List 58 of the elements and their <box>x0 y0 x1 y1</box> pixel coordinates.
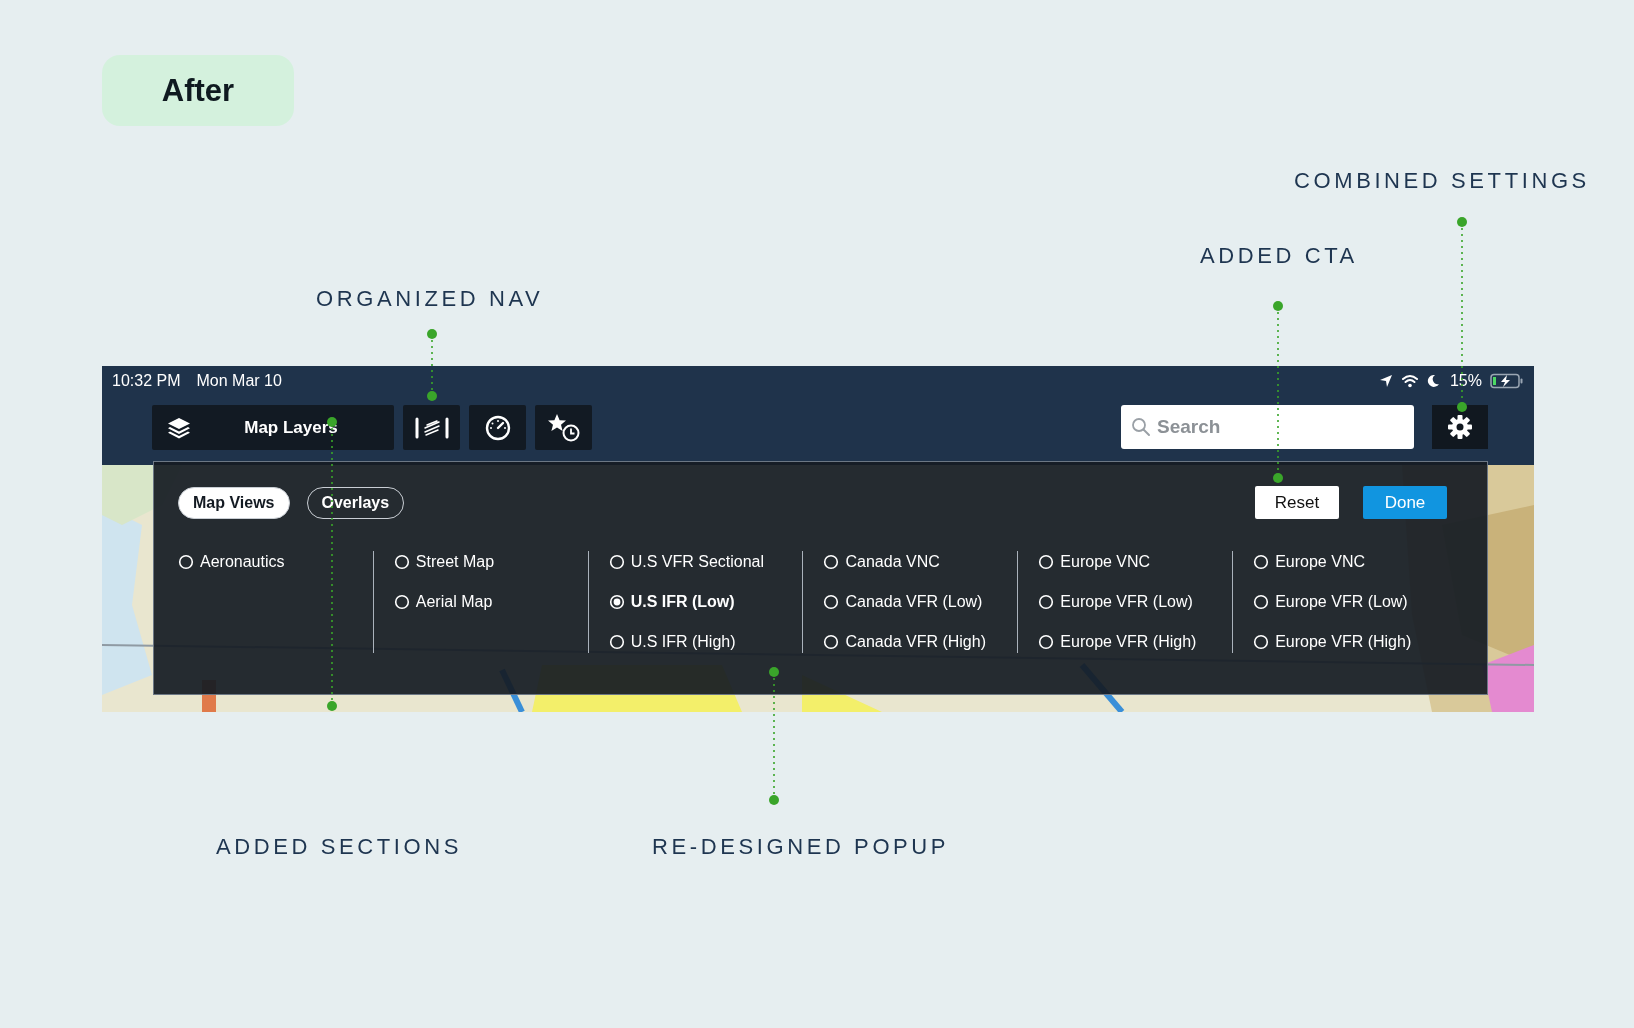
map-option[interactable]: U.S VFR Sectional <box>608 551 803 573</box>
map-option[interactable]: U.S IFR (High) <box>608 631 803 653</box>
radio-button[interactable] <box>1253 594 1270 610</box>
radio-button[interactable] <box>1038 634 1055 650</box>
map-layers-button[interactable]: Map Layers <box>152 405 394 450</box>
map-option[interactable]: Canada VNC <box>823 551 1018 573</box>
favorites-recent-button[interactable] <box>535 405 592 450</box>
radio-button[interactable] <box>1038 554 1055 570</box>
reset-button[interactable]: Reset <box>1255 486 1339 519</box>
settings-icon <box>1447 414 1473 440</box>
wind-bars-icon <box>413 415 450 440</box>
map-option[interactable]: U.S IFR (Low) <box>608 591 803 613</box>
radio-button[interactable] <box>823 554 840 570</box>
radio-button[interactable] <box>608 554 625 570</box>
radio-button[interactable] <box>823 594 840 610</box>
annotation-label: ADDED CTA <box>1200 243 1358 269</box>
map-option[interactable]: Canada VFR (High) <box>823 631 1018 653</box>
battery-charging-icon <box>1490 372 1524 389</box>
status-date: Mon Mar 10 <box>196 371 282 390</box>
battery-percent: 15% <box>1449 371 1482 390</box>
search-icon <box>1131 417 1151 437</box>
radio-button[interactable] <box>178 554 194 570</box>
map-option[interactable]: Europe VNC <box>1253 551 1447 573</box>
map-option[interactable]: Europe VFR (High) <box>1253 631 1447 653</box>
gauge-icon <box>484 414 511 441</box>
annotation-label: COMBINED SETTINGS <box>1294 168 1590 194</box>
wind-bars-button[interactable] <box>403 405 460 450</box>
annotation-label: RE-DESIGNED POPUP <box>652 834 950 860</box>
radio-button[interactable] <box>393 594 410 610</box>
wifi-icon <box>1400 373 1419 388</box>
after-badge: After <box>102 55 294 126</box>
leader-line <box>427 329 437 401</box>
map-option[interactable]: Europe VFR (High) <box>1038 631 1233 653</box>
gauge-button[interactable] <box>469 405 526 450</box>
map-option[interactable]: Europe VNC <box>1038 551 1233 573</box>
annotation-label: ORGANIZED NAV <box>316 286 544 312</box>
search-field[interactable]: Search <box>1121 405 1414 449</box>
location-arrow-icon <box>1378 373 1393 388</box>
map-option[interactable]: Europe VFR (Low) <box>1038 591 1233 613</box>
radio-button[interactable] <box>1253 554 1270 570</box>
radio-button[interactable] <box>393 554 410 570</box>
annotation-label: ADDED SECTIONS <box>216 834 462 860</box>
radio-button[interactable] <box>608 634 625 650</box>
radio-button[interactable] <box>823 634 840 650</box>
radio-button[interactable] <box>608 594 625 610</box>
status-time: 10:32 PM <box>112 371 181 390</box>
map-option[interactable]: Aeronautics <box>178 551 373 573</box>
layers-icon <box>166 415 192 440</box>
star-clock-icon <box>546 412 581 443</box>
moon-icon <box>1426 373 1440 388</box>
radio-button[interactable] <box>1253 634 1270 650</box>
radio-button[interactable] <box>1038 594 1055 610</box>
map-type-tab[interactable]: Map Views <box>178 486 290 519</box>
map-option[interactable]: Europe VFR (Low) <box>1253 591 1447 613</box>
map-option[interactable]: Street Map <box>393 551 588 573</box>
settings-button[interactable] <box>1432 405 1488 449</box>
map-option[interactable]: Canada VFR (Low) <box>823 591 1018 613</box>
map-option[interactable]: Aerial Map <box>393 591 588 613</box>
